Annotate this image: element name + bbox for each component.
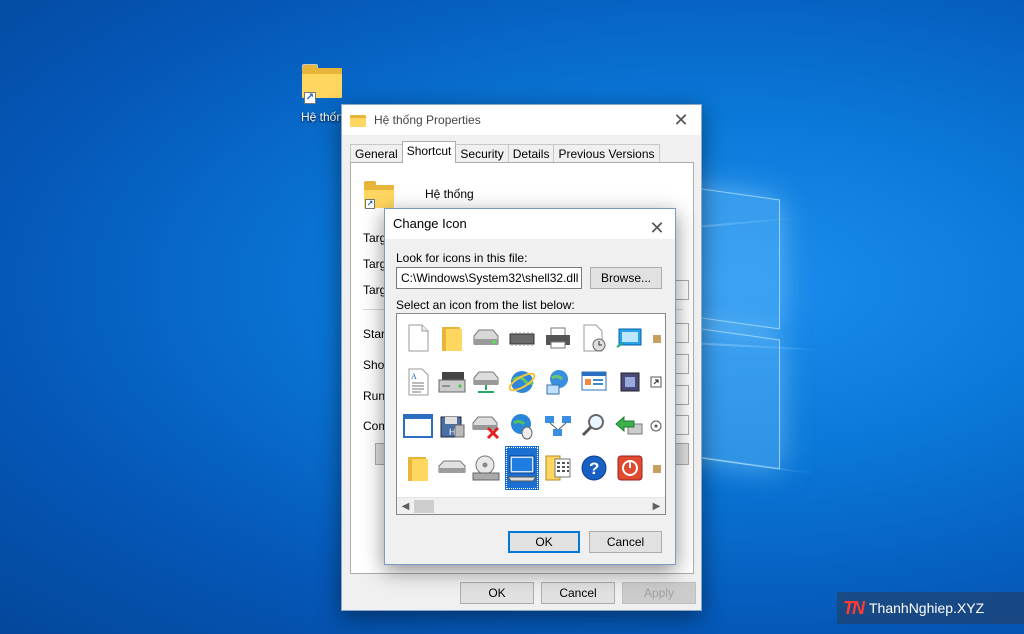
shutdown-icon[interactable] — [613, 446, 647, 490]
look-for-label: Look for icons in this file: — [396, 251, 528, 265]
window-icon[interactable] — [401, 404, 435, 448]
change-icon-dialog[interactable]: Change Icon ✕ Look for icons in this fil… — [384, 208, 676, 565]
close-icon[interactable]: ✕ — [647, 213, 667, 243]
change-icon-titlebar[interactable]: Change Icon ✕ — [385, 209, 675, 239]
properties-cancel-button[interactable]: Cancel — [541, 582, 615, 604]
folder-icon — [350, 113, 366, 127]
browse-button[interactable]: Browse... — [590, 267, 662, 289]
properties-ok-button[interactable]: OK — [460, 582, 534, 604]
watermark-text: ThanhNghiep.XYZ — [869, 600, 985, 616]
properties-title: Hệ thống Properties — [374, 113, 481, 127]
control-panel-icon[interactable] — [577, 360, 611, 404]
tab-shortcut[interactable]: Shortcut — [401, 141, 457, 163]
scroll-left-icon[interactable]: ◀ — [397, 498, 414, 514]
watermark-logo: TN — [843, 597, 865, 618]
svg-text:?: ? — [589, 459, 599, 478]
change-icon-title: Change Icon — [393, 216, 467, 231]
disc-icon[interactable] — [647, 404, 665, 448]
properties-apply-button: Apply — [622, 582, 696, 604]
text-document-icon[interactable]: A — [401, 360, 435, 404]
horizontal-scrollbar[interactable]: ◀ ▶ — [397, 497, 665, 514]
partial-icon[interactable] — [647, 446, 665, 490]
change-icon-cancel-button[interactable]: Cancel — [589, 531, 662, 553]
printer-icon[interactable] — [541, 316, 575, 360]
network-icon[interactable] — [541, 404, 575, 448]
display-settings-icon[interactable] — [613, 316, 647, 360]
green-arrow-icon[interactable] — [613, 404, 647, 448]
blank-document-icon[interactable] — [401, 316, 435, 360]
partial-icon[interactable] — [647, 316, 665, 360]
change-icon-ok-button[interactable]: OK — [508, 531, 580, 553]
select-icon-label: Select an icon from the list below: — [396, 298, 575, 312]
floppy-disk-icon[interactable]: H — [435, 404, 469, 448]
scroll-thumb[interactable] — [414, 500, 434, 513]
tab-previous-versions[interactable]: Previous Versions — [553, 144, 660, 163]
icon-grid: A H? — [397, 314, 665, 500]
row-label-target-type: Targ — [363, 231, 387, 245]
tab-general[interactable]: General — [350, 144, 403, 163]
help-icon[interactable]: ? — [577, 446, 611, 490]
disconnected-drive-icon[interactable] — [469, 404, 503, 448]
network-globe-icon[interactable] — [541, 360, 575, 404]
tab-details[interactable]: Details — [507, 144, 555, 163]
svg-text:A: A — [411, 372, 417, 381]
computer-desktop-icon[interactable] — [505, 446, 539, 490]
folder-icon[interactable] — [435, 316, 469, 360]
item-name: Hệ thống — [425, 187, 474, 201]
shortcut-arrow-icon: ↗ — [304, 92, 316, 104]
row-label-target: Targ — [363, 283, 387, 297]
row-label-target-location: Targ — [363, 257, 387, 271]
properties-tabs: General Shortcut Security Details Previo… — [350, 141, 660, 163]
server-drive-icon[interactable] — [435, 360, 469, 404]
icon-file-path-input[interactable]: C:\Windows\System32\shell32.dll — [396, 267, 582, 289]
cd-drive-icon[interactable] — [469, 446, 503, 490]
magnifier-icon[interactable] — [577, 404, 611, 448]
internet-globe-icon[interactable] — [505, 360, 539, 404]
hard-disk-icon[interactable] — [435, 446, 469, 490]
folder-icon: ↗ — [300, 62, 344, 104]
folder-icon[interactable] — [401, 446, 435, 490]
watermark: TN ThanhNghiep.XYZ — [837, 592, 1024, 624]
close-icon[interactable]: ✕ — [671, 110, 691, 131]
document-clock-icon[interactable] — [577, 316, 611, 360]
program-icon[interactable] — [613, 360, 647, 404]
network-drive-icon[interactable] — [469, 360, 503, 404]
tab-security[interactable]: Security — [455, 144, 509, 163]
shortcut-arrow-icon: ↗ — [365, 199, 375, 209]
memory-chip-icon[interactable] — [505, 316, 539, 360]
globe-mouse-icon[interactable] — [505, 404, 539, 448]
calculator-grid-icon[interactable] — [541, 446, 575, 490]
folder-icon: ↗ — [363, 181, 395, 209]
shortcut-overlay-icon[interactable] — [647, 360, 665, 404]
properties-titlebar[interactable]: Hệ thống Properties ✕ — [342, 105, 701, 135]
scroll-right-icon[interactable]: ▶ — [648, 498, 665, 514]
drive-icon[interactable] — [469, 316, 503, 360]
icon-list[interactable]: A H? ◀ ▶ — [396, 313, 666, 515]
